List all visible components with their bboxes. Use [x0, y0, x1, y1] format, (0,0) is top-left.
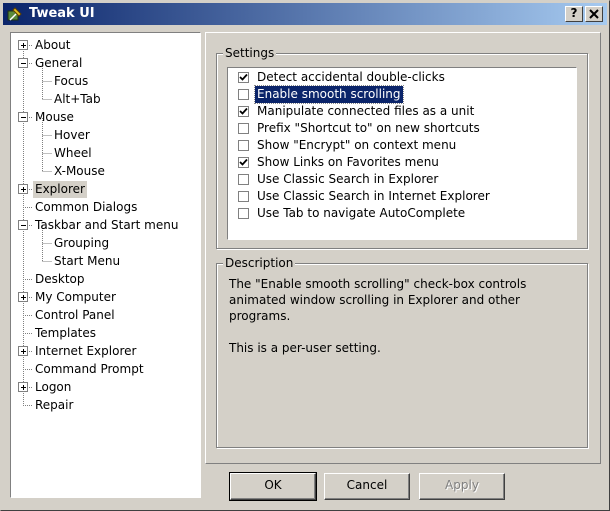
window-title: Tweak UI [29, 6, 95, 21]
checkbox-checked[interactable] [238, 157, 249, 168]
ok-button[interactable]: OK [229, 472, 317, 501]
setting-label: Use Tab to navigate AutoComplete [257, 206, 466, 220]
tree-item-common-dialogs[interactable]: Common Dialogs [33, 199, 139, 216]
checkbox-checked[interactable] [238, 106, 249, 117]
tree-item-focus[interactable]: Focus [52, 73, 90, 90]
setting-label: Enable smooth scrolling [254, 85, 404, 104]
category-tree[interactable]: About General Focus Alt+Tab Mouse Hover Wheel X… [10, 32, 201, 498]
cancel-button[interactable]: Cancel [324, 473, 410, 500]
setting-label: Use Classic Search in Internet Explorer [257, 189, 490, 203]
setting-label: Prefix "Shortcut to" on new shortcuts [257, 121, 480, 135]
tree-item-logon[interactable]: Logon [33, 379, 73, 396]
tree-item-alt-tab[interactable]: Alt+Tab [52, 91, 103, 108]
tree-item-start-menu[interactable]: Start Menu [52, 253, 122, 270]
tree-item-control-panel[interactable]: Control Panel [33, 307, 117, 324]
setting-label: Detect accidental double-clicks [257, 70, 445, 84]
tweak-ui-app-icon [7, 7, 22, 21]
checkbox-unchecked[interactable] [238, 174, 249, 185]
description-text: The "Enable smooth scrolling" check-box … [229, 277, 527, 355]
tree-item-grouping[interactable]: Grouping [52, 235, 111, 252]
setting-label: Show Links on Favorites menu [257, 155, 439, 169]
tree-item-repair[interactable]: Repair [33, 397, 75, 414]
settings-list[interactable]: Detect accidental double-clicks Enable sm… [227, 67, 577, 240]
close-button[interactable] [585, 6, 603, 22]
tree-item-hover[interactable]: Hover [52, 127, 92, 144]
setting-label: Use Classic Search in Explorer [257, 172, 439, 186]
checkmark-icon [239, 158, 248, 166]
setting-label: Manipulate connected files as a unit [257, 104, 475, 118]
tree-item-my-computer[interactable]: My Computer [33, 289, 118, 306]
tree-item-explorer[interactable]: Explorer [33, 181, 87, 198]
checkbox-unchecked[interactable] [238, 89, 249, 100]
tree-item-internet-explorer[interactable]: Internet Explorer [33, 343, 138, 360]
apply-button[interactable]: Apply [419, 473, 505, 500]
description-group-title: Description [223, 256, 296, 270]
checkbox-unchecked[interactable] [238, 123, 249, 134]
tree-item-taskbar-and-start-menu[interactable]: Taskbar and Start menu [33, 217, 180, 234]
help-button[interactable]: ? [565, 6, 583, 22]
description-groupbox: Description The "Enable smooth scrolling… [216, 256, 588, 448]
tree-item-x-mouse[interactable]: X-Mouse [52, 163, 107, 180]
title-bar[interactable]: Tweak UI ? [3, 3, 607, 25]
checkmark-icon [239, 107, 248, 115]
setting-label: Show "Encrypt" on context menu [257, 138, 457, 152]
tree-item-command-prompt[interactable]: Command Prompt [33, 361, 146, 378]
tree-item-wheel[interactable]: Wheel [52, 145, 94, 162]
checkbox-unchecked[interactable] [238, 140, 249, 151]
checkmark-icon [239, 73, 248, 81]
settings-group-title: Settings [223, 46, 277, 60]
checkbox-unchecked[interactable] [238, 191, 249, 202]
checkbox-checked[interactable] [238, 72, 249, 83]
close-icon [589, 9, 599, 19]
tree-item-mouse[interactable]: Mouse [33, 109, 76, 126]
tree-item-templates[interactable]: Templates [33, 325, 98, 342]
tree-item-about[interactable]: About [33, 37, 72, 54]
tree-item-general[interactable]: General [33, 55, 84, 72]
checkbox-unchecked[interactable] [238, 208, 249, 219]
tweak-ui-window: Tweak UI ? About General Focus Alt+Tab Mouse… [0, 0, 610, 511]
tree-item-desktop[interactable]: Desktop [33, 271, 87, 288]
